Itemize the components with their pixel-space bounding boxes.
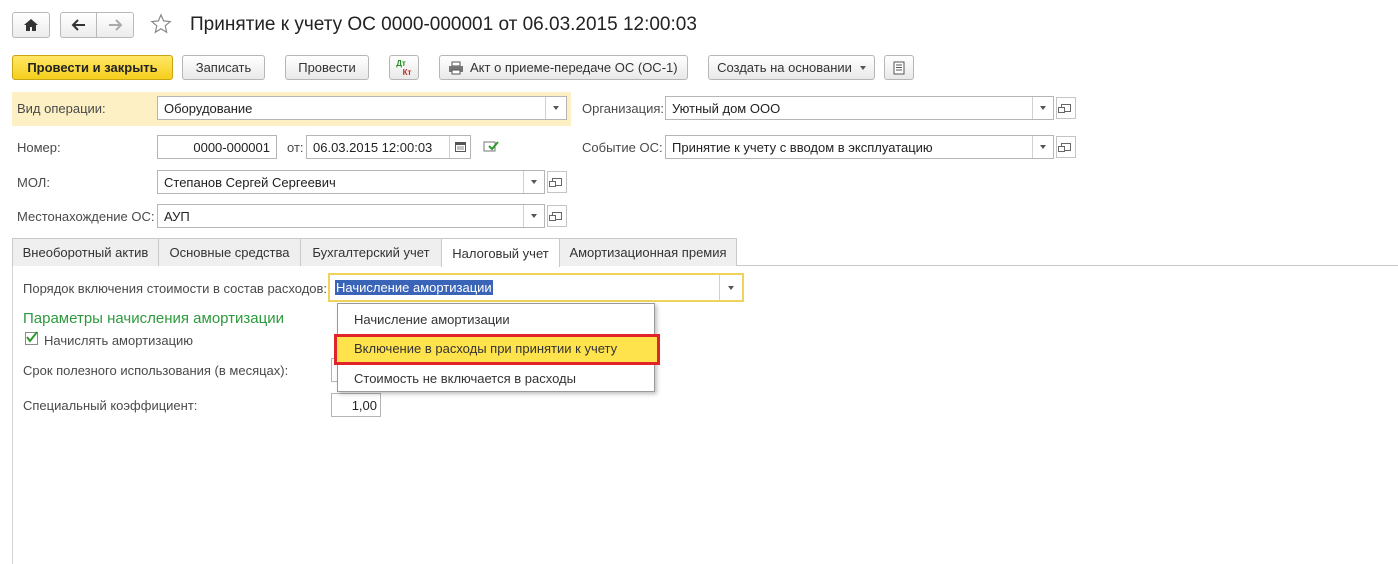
location-label: Местонахождение ОС: — [17, 209, 155, 224]
post-and-close-button[interactable]: Провести и закрыть — [12, 55, 173, 80]
tab-tax-accounting[interactable]: Налоговый учет — [441, 238, 560, 267]
event-dropdown-button[interactable] — [1032, 136, 1053, 158]
home-icon — [24, 19, 38, 31]
organization-label: Организация: — [582, 101, 665, 116]
operation-type-label: Вид операции: — [17, 101, 106, 116]
special-coef-field[interactable]: 1,00 — [331, 393, 381, 417]
expense-order-dropdown-list: Начисление амортизации Включение в расхо… — [334, 303, 660, 392]
page-title: Принятие к учету ОС 0000-000001 от 06.03… — [190, 14, 697, 35]
mol-label: МОЛ: — [17, 175, 50, 190]
arrow-left-icon — [71, 19, 85, 31]
organization-dropdown-button[interactable] — [1032, 97, 1053, 119]
calendar-icon — [454, 142, 466, 152]
open-icon — [549, 178, 562, 187]
mol-field[interactable]: Степанов Сергей Сергеевич — [157, 170, 545, 194]
chevron-down-icon — [859, 65, 866, 70]
event-open-button[interactable] — [1056, 136, 1076, 158]
special-coef-label: Специальный коэффициент: — [23, 398, 198, 413]
organization-value: Уютный дом ООО — [672, 100, 781, 116]
location-dropdown-button[interactable] — [523, 205, 544, 227]
useful-life-label: Срок полезного использования (в месяцах)… — [23, 363, 289, 378]
operation-type-field[interactable]: Оборудование — [157, 96, 567, 120]
tab-panel-left-border — [12, 266, 13, 564]
chevron-down-icon — [531, 180, 537, 184]
event-value: Принятие к учету с вводом в эксплуатацию — [672, 139, 933, 155]
print-act-button[interactable]: Акт о приеме-передаче ОС (ОС-1) — [439, 55, 688, 80]
dt-kt-button[interactable]: Дт Кт — [389, 55, 419, 80]
accrue-label: Начислять амортизацию — [44, 333, 194, 348]
event-field[interactable]: Принятие к учету с вводом в эксплуатацию — [665, 135, 1054, 159]
favorite-star-icon[interactable] — [150, 13, 172, 38]
back-button[interactable] — [60, 12, 98, 38]
expense-order-dropdown-button[interactable] — [719, 275, 742, 300]
dropdown-option-depreciation[interactable]: Начисление амортизации — [354, 312, 510, 327]
chevron-down-icon — [728, 285, 734, 290]
chevron-down-icon — [1040, 145, 1046, 149]
post-button[interactable]: Провести — [285, 55, 369, 80]
organization-field[interactable]: Уютный дом ООО — [665, 96, 1054, 120]
mol-open-button[interactable] — [547, 171, 567, 193]
operation-type-dropdown-button[interactable] — [545, 97, 566, 119]
date-value: 06.03.2015 12:00:03 — [313, 139, 433, 155]
create-based-on-button[interactable]: Создать на основании — [708, 55, 875, 80]
checkmark-icon — [26, 331, 38, 343]
organization-open-button[interactable] — [1056, 97, 1076, 119]
document-icon — [893, 61, 905, 74]
open-icon — [549, 212, 562, 221]
dropdown-option-expense-on-acceptance[interactable]: Включение в расходы при принятии к учету — [354, 341, 617, 356]
special-coef-value: 1,00 — [351, 397, 377, 413]
print-act-label: Акт о приеме-передаче ОС (ОС-1) — [470, 60, 678, 75]
number-value: 0000-000001 — [193, 139, 270, 155]
tab-fixed-assets[interactable]: Основные средства — [158, 238, 301, 266]
forward-button[interactable] — [96, 12, 134, 38]
mol-dropdown-button[interactable] — [523, 171, 544, 193]
expense-order-field[interactable]: Начисление амортизации — [328, 273, 744, 302]
check-posting-icon[interactable] — [483, 139, 499, 156]
chevron-down-icon — [1040, 106, 1046, 110]
number-field[interactable]: 0000-000001 — [157, 135, 277, 159]
dt-kt-icon-bottom: Кт — [402, 67, 412, 77]
event-label: Событие ОС: — [582, 140, 663, 155]
mol-value: Степанов Сергей Сергеевич — [164, 174, 336, 190]
create-based-on-label: Создать на основании — [717, 60, 852, 75]
dropdown-option-not-included[interactable]: Стоимость не включается в расходы — [354, 371, 576, 386]
tab-accounting[interactable]: Бухгалтерский учет — [300, 238, 442, 266]
open-icon — [1058, 143, 1071, 152]
expense-order-label: Порядок включения стоимости в состав рас… — [23, 281, 328, 296]
home-button[interactable] — [12, 12, 50, 38]
operation-type-value: Оборудование — [164, 100, 253, 116]
chevron-down-icon — [553, 106, 559, 110]
depreciation-params-title: Параметры начисления амортизации — [23, 310, 284, 327]
calendar-button[interactable] — [449, 136, 470, 158]
location-open-button[interactable] — [547, 205, 567, 227]
save-button[interactable]: Записать — [182, 55, 265, 80]
number-label: Номер: — [17, 140, 61, 155]
chevron-down-icon — [531, 214, 537, 218]
printer-icon — [449, 61, 463, 74]
date-label: от: — [287, 140, 304, 155]
date-field[interactable]: 06.03.2015 12:00:03 — [306, 135, 471, 159]
expense-order-value: Начисление амортизации — [335, 280, 493, 295]
accrue-checkbox[interactable] — [25, 331, 38, 345]
dt-kt-icon-top: Дт — [396, 58, 406, 68]
location-value: АУП — [164, 208, 190, 224]
report-button[interactable] — [884, 55, 914, 80]
tab-noncurrent-asset[interactable]: Внеоборотный актив — [12, 238, 159, 266]
open-icon — [1058, 104, 1071, 113]
tab-depreciation-bonus[interactable]: Амортизационная премия — [559, 238, 737, 266]
location-field[interactable]: АУП — [157, 204, 545, 228]
arrow-right-icon — [109, 19, 123, 31]
